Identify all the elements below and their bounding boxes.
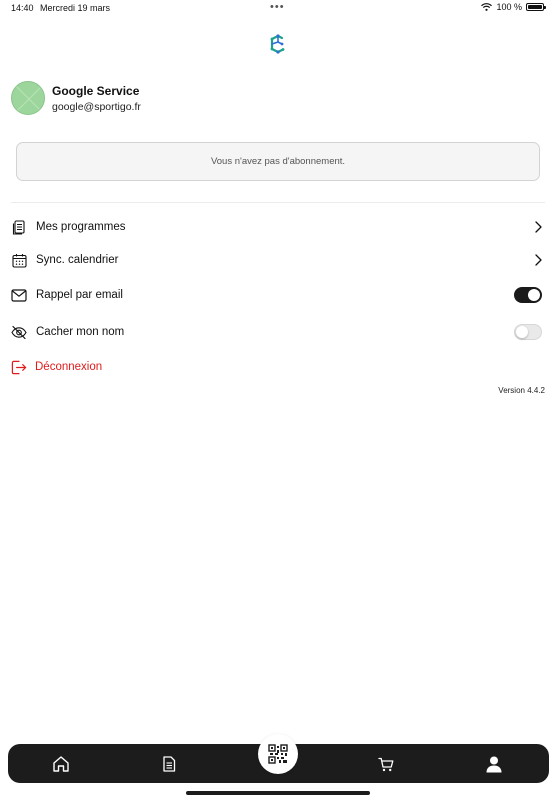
logout-label: Déconnexion (35, 361, 103, 373)
profile-email: google@sportigo.fr (52, 101, 141, 113)
subscription-message: Vous n'avez pas d'abonnement. (210, 156, 346, 167)
multitasking-dots[interactable]: ••• (270, 1, 285, 13)
hide-name-toggle[interactable] (514, 324, 542, 340)
battery-percent: 100 % (496, 2, 522, 12)
eye-off-icon (11, 324, 27, 340)
status-indicators: 100 % (481, 2, 546, 12)
calendar-icon (11, 252, 27, 268)
menu-item-calendar[interactable]: Sync. calendrier (11, 249, 545, 271)
menu-label-programmes: Mes programmes (36, 221, 126, 233)
cart-icon (378, 757, 394, 771)
app-version: Version 4.4.2 (498, 386, 545, 395)
menu-item-hide-name: Cacher mon nom (11, 321, 545, 343)
menu-item-programmes[interactable]: Mes programmes (11, 216, 545, 238)
profile-name: Google Service (52, 84, 140, 98)
document-list-icon (11, 219, 27, 235)
menu-label-email-reminder: Rappel par email (36, 289, 123, 301)
status-time: 14:40 (11, 3, 34, 13)
menu-label-calendar: Sync. calendrier (36, 254, 119, 266)
status-date: Mercredi 19 mars (40, 3, 111, 13)
qr-code-icon (268, 744, 288, 764)
subscription-box: Vous n'avez pas d'abonnement. (16, 142, 540, 181)
app-logo-icon (266, 32, 290, 56)
menu-item-email-reminder: Rappel par email (11, 284, 545, 306)
email-reminder-toggle[interactable] (514, 287, 542, 303)
nav-cart-button[interactable] (376, 754, 396, 774)
user-icon (486, 756, 502, 773)
scan-qr-button[interactable] (258, 734, 298, 774)
home-indicator (186, 791, 370, 795)
battery-icon (526, 3, 546, 11)
chevron-right-icon (535, 221, 542, 233)
nav-home-button[interactable] (51, 754, 71, 774)
menu-label-hide-name: Cacher mon nom (36, 326, 125, 338)
mail-icon (11, 287, 27, 303)
wifi-icon (481, 3, 493, 11)
chevron-right-icon (535, 254, 542, 266)
avatar[interactable] (11, 81, 45, 115)
nav-documents-button[interactable] (159, 754, 179, 774)
divider (11, 202, 545, 203)
nav-profile-button[interactable] (484, 754, 504, 774)
logout-button[interactable]: Déconnexion (11, 356, 545, 378)
home-icon (53, 756, 69, 772)
logout-icon (11, 359, 27, 375)
status-bar: 14:40 Mercredi 19 mars ••• 100 % (0, 0, 556, 16)
document-icon (163, 756, 176, 772)
